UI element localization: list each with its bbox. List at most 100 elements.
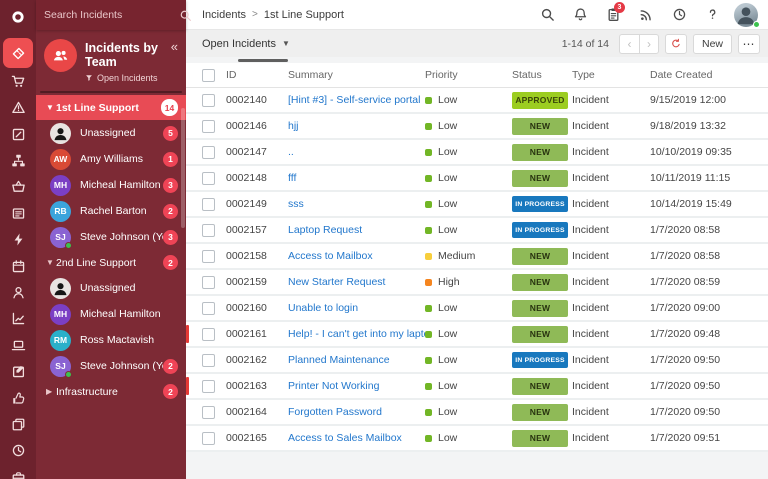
column-id[interactable]: ID — [226, 69, 288, 81]
clock-icon[interactable] — [666, 3, 692, 27]
row-checkbox[interactable] — [202, 380, 215, 393]
user-avatar[interactable] — [734, 3, 758, 27]
compose-icon[interactable] — [3, 359, 33, 385]
row-checkbox[interactable] — [202, 406, 215, 419]
row-checkbox[interactable] — [202, 172, 215, 185]
summary-link[interactable]: fff — [288, 172, 425, 184]
search-input[interactable] — [44, 9, 179, 21]
summary-link[interactable]: Access to Mailbox — [288, 250, 425, 262]
sidebar-scrollbar[interactable] — [181, 108, 185, 228]
team-member-row[interactable]: MHMicheal Hamilton — [36, 301, 186, 327]
column-type[interactable]: Type — [572, 69, 650, 81]
scrollbar-thumb[interactable] — [238, 59, 288, 62]
team-member-row[interactable]: Unassigned5 — [36, 120, 186, 146]
table-row[interactable]: 0002147..LowNEWIncident10/10/2019 09:35 — [186, 140, 768, 164]
summary-link[interactable]: .. — [288, 146, 425, 158]
column-summary[interactable]: Summary — [288, 69, 425, 81]
row-checkbox[interactable] — [202, 146, 215, 159]
summary-link[interactable]: Help! - I can't get into my laptop! — [288, 328, 425, 340]
refresh-button[interactable] — [665, 34, 687, 54]
basket-icon[interactable] — [3, 174, 33, 200]
team-member-row[interactable]: AWAmy Williams1 — [36, 146, 186, 172]
column-priority[interactable]: Priority — [425, 69, 512, 81]
select-all-checkbox[interactable] — [202, 69, 215, 82]
summary-link[interactable]: [Hint #3] - Self-service portal — [288, 94, 425, 106]
breadcrumb-incidents[interactable]: Incidents — [202, 9, 246, 21]
table-row[interactable]: 0002159New Starter RequestHighNEWInciden… — [186, 270, 768, 294]
copies-icon[interactable] — [3, 411, 33, 437]
warning-icon[interactable] — [3, 95, 33, 121]
prev-page-button[interactable]: ‹ — [619, 34, 639, 54]
table-row[interactable]: 0002161Help! - I can't get into my lapto… — [186, 322, 768, 346]
row-checkbox[interactable] — [202, 94, 215, 107]
table-row[interactable]: 0002148fffLowNEWIncident10/11/2019 11:15 — [186, 166, 768, 190]
breadcrumb-team[interactable]: 1st Line Support — [264, 9, 344, 21]
next-page-button[interactable]: › — [639, 34, 659, 54]
table-row[interactable]: 0002163Printer Not WorkingLowNEWIncident… — [186, 374, 768, 398]
summary-link[interactable]: Access to Sales Mailbox — [288, 432, 425, 444]
table-row[interactable]: 0002164Forgotten PasswordLowNEWIncident1… — [186, 400, 768, 424]
table-row[interactable]: 0002165Access to Sales MailboxLowNEWInci… — [186, 426, 768, 450]
team-member-row[interactable]: MHMicheal Hamilton3 — [36, 172, 186, 198]
edit-icon[interactable] — [3, 121, 33, 147]
row-checkbox[interactable] — [202, 354, 215, 367]
laptop-icon[interactable] — [3, 332, 33, 358]
row-checkbox[interactable] — [202, 198, 215, 211]
team-member-row[interactable]: Unassigned — [36, 275, 186, 301]
summary-link[interactable]: Laptop Request — [288, 224, 425, 236]
bell-icon[interactable] — [567, 3, 593, 27]
row-checkbox[interactable] — [202, 224, 215, 237]
help-icon[interactable] — [699, 3, 725, 27]
table-row[interactable]: 0002160Unable to loginLowNEWIncident1/7/… — [186, 296, 768, 320]
row-checkbox[interactable] — [202, 276, 215, 289]
news-icon[interactable] — [3, 200, 33, 226]
more-actions-button[interactable]: ⋯ — [738, 34, 760, 54]
search-icon[interactable] — [179, 9, 192, 22]
rss-icon[interactable] — [633, 3, 659, 27]
table-row[interactable]: 0002157Laptop RequestLowIN PROGRESSIncid… — [186, 218, 768, 242]
table-row[interactable]: 0002140[Hint #3] - Self-service portalLo… — [186, 88, 768, 112]
summary-link[interactable]: Printer Not Working — [288, 380, 425, 392]
team-member-row[interactable]: SJSteve Johnson (You)3 — [36, 224, 186, 250]
summary-link[interactable]: sss — [288, 198, 425, 210]
summary-link[interactable]: New Starter Request — [288, 276, 425, 288]
team-group-row[interactable]: ▶Infrastructure2 — [36, 379, 186, 404]
thumbs-up-icon[interactable] — [3, 385, 33, 411]
view-selector[interactable]: Open Incidents ▼ — [202, 38, 290, 50]
collapse-sidebar-icon[interactable]: « — [171, 40, 178, 53]
search-icon[interactable] — [534, 3, 560, 27]
summary-link[interactable]: Forgotten Password — [288, 406, 425, 418]
row-checkbox[interactable] — [202, 302, 215, 315]
row-checkbox[interactable] — [202, 328, 215, 341]
tasks-icon[interactable]: 3 — [600, 3, 626, 27]
column-date-created[interactable]: Date Created — [650, 69, 768, 81]
table-row[interactable]: 0002146hjjLowNEWIncident9/18/2019 13:32 — [186, 114, 768, 138]
summary-link[interactable]: Unable to login — [288, 302, 425, 314]
team-member-row[interactable]: SJSteve Johnson (You)2 — [36, 353, 186, 379]
summary-link[interactable]: hjj — [288, 120, 425, 132]
team-group-row[interactable]: ▼2nd Line Support2 — [36, 250, 186, 275]
team-group-row[interactable]: ▼1st Line Support14 — [36, 95, 186, 120]
date-created-cell: 1/7/2020 09:50 — [650, 406, 768, 418]
sitemap-icon[interactable] — [3, 148, 33, 174]
table-row[interactable]: 0002158Access to MailboxMediumNEWInciden… — [186, 244, 768, 268]
table-row[interactable]: 0002162Planned MaintenanceLowIN PROGRESS… — [186, 348, 768, 372]
team-member-row[interactable]: RMRoss Mactavish — [36, 327, 186, 353]
table-row[interactable]: 0002149sssLowIN PROGRESSIncident10/14/20… — [186, 192, 768, 216]
row-checkbox[interactable] — [202, 432, 215, 445]
row-checkbox[interactable] — [202, 120, 215, 133]
user-icon[interactable] — [3, 280, 33, 306]
history-icon[interactable] — [3, 438, 33, 464]
team-member-row[interactable]: RBRachel Barton2 — [36, 198, 186, 224]
row-checkbox[interactable] — [202, 250, 215, 263]
panel-filter[interactable]: Open Incidents — [85, 73, 178, 83]
briefcase-icon[interactable] — [3, 464, 33, 479]
summary-link[interactable]: Planned Maintenance — [288, 354, 425, 366]
chart-icon[interactable] — [3, 306, 33, 332]
column-status[interactable]: Status — [512, 69, 572, 81]
calendar-icon[interactable] — [3, 253, 33, 279]
tickets-icon[interactable] — [3, 38, 33, 68]
bolt-icon[interactable] — [3, 227, 33, 253]
cart-icon[interactable] — [3, 68, 33, 94]
new-button[interactable]: New — [693, 34, 732, 54]
